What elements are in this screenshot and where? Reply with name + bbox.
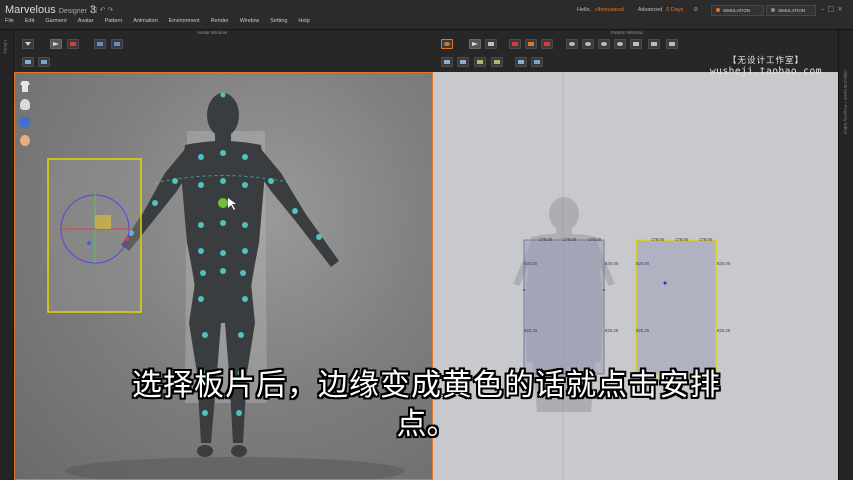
menu-window[interactable]: Window xyxy=(240,18,260,24)
subtitle-line-1: 选择板片后，边缘变成黄色的话就点击安排 xyxy=(132,368,721,403)
front-side-upper-right: 820.00 xyxy=(605,261,619,266)
selected-point[interactable] xyxy=(218,198,228,208)
tack-button[interactable] xyxy=(111,39,123,49)
polygon-button[interactable] xyxy=(509,39,521,49)
front-side-lower-left: 820.25 xyxy=(524,328,538,333)
subtitle-line-2: 点。 xyxy=(396,407,457,442)
sim-status-icon-2 xyxy=(771,8,775,12)
menu-edit[interactable]: Edit xyxy=(25,18,34,24)
user-info: Hello, clhoxusiesd Advanced 0 Days ⚙ xyxy=(577,7,699,13)
curve-point-button[interactable] xyxy=(457,57,469,67)
menu-animation[interactable]: Animation xyxy=(133,18,157,24)
internal-line-button[interactable] xyxy=(474,57,486,67)
menu-pattern[interactable]: Pattern xyxy=(105,18,123,24)
graphic-button[interactable] xyxy=(648,39,660,49)
avatar-window-title: Avatar Window xyxy=(197,30,228,35)
front-side-upper-left: 820.00 xyxy=(524,261,538,266)
edit-pattern-button[interactable] xyxy=(485,39,497,49)
show-garment-button[interactable] xyxy=(38,57,50,67)
zoom-fit-button[interactable] xyxy=(666,39,678,49)
segment-sewing-button[interactable] xyxy=(566,39,578,49)
sim-status-icon xyxy=(716,8,720,12)
tack-on-pattern-button[interactable] xyxy=(598,39,610,49)
menu-render[interactable]: Render xyxy=(211,18,229,24)
avatar-window-toolbar xyxy=(14,30,433,72)
menu-avatar[interactable]: Avatar xyxy=(78,18,94,24)
select-move-button[interactable] xyxy=(50,39,62,49)
simulation-button[interactable]: SIMULATION xyxy=(711,5,764,16)
menu-setting[interactable]: Setting xyxy=(270,18,287,24)
pattern-settings-button[interactable] xyxy=(441,39,453,49)
add-point-button[interactable] xyxy=(441,57,453,67)
days-left: 0 Days xyxy=(666,7,684,13)
back-top-label-3: 179.00 xyxy=(699,237,713,242)
pattern-center-point xyxy=(663,281,667,285)
texture-button[interactable] xyxy=(630,39,642,49)
display-mode-button[interactable] xyxy=(22,39,34,49)
rectangle-button[interactable] xyxy=(525,39,537,49)
front-top-label-2: 179.00 xyxy=(563,237,577,242)
back-side-upper-right: 820.00 xyxy=(717,261,731,266)
menu-bar: File Edit Garment Avatar Pattern Animati… xyxy=(5,18,321,24)
menu-help[interactable]: Help xyxy=(298,18,309,24)
floor-shadow xyxy=(65,457,405,479)
pin-button[interactable] xyxy=(614,39,626,49)
front-top-label-1: 179.00 xyxy=(539,237,553,242)
menu-garment[interactable]: Garment xyxy=(45,18,66,24)
back-top-label-2: 179.00 xyxy=(675,237,689,242)
back-side-lower-left: 820.25 xyxy=(636,328,650,333)
back-side-lower-right: 820.25 xyxy=(717,328,731,333)
video-subtitle: 选择板片后，边缘变成黄色的话就点击安排 点。 xyxy=(0,366,853,444)
front-side-lower-right: 820.25 xyxy=(605,328,619,333)
quick-access-icons[interactable]: □↶↷ xyxy=(91,6,115,14)
transform-pattern-button[interactable] xyxy=(469,39,481,49)
app-logo: Marvelous Designer 3 xyxy=(5,4,97,16)
front-top-label-3: 179.00 xyxy=(588,237,602,242)
internal-rect-button[interactable] xyxy=(491,57,503,67)
window-controls[interactable]: –□× xyxy=(821,5,846,13)
title-bar: Marvelous Designer 3 □↶↷ File Edit Garme… xyxy=(0,0,853,30)
menu-environment[interactable]: Environment xyxy=(169,18,200,24)
trace-button[interactable] xyxy=(515,57,527,67)
fold-arrange-button[interactable] xyxy=(94,39,106,49)
show-pattern-button[interactable] xyxy=(531,57,543,67)
select-mesh-button[interactable] xyxy=(67,39,79,49)
back-top-label-1: 179.00 xyxy=(651,237,665,242)
pattern-window-title: Pattern Window xyxy=(611,30,643,35)
circle-button[interactable] xyxy=(541,39,553,49)
settings-icon[interactable]: ⚙ xyxy=(693,7,698,13)
show-avatar-button[interactable] xyxy=(22,57,34,67)
back-side-upper-left: 820.00 xyxy=(636,261,650,266)
simulation-button-2[interactable]: SIMULATION xyxy=(766,5,816,16)
menu-file[interactable]: File xyxy=(5,18,14,24)
free-sewing-button[interactable] xyxy=(582,39,594,49)
watermark: 【无设计工作室】 wusheji.taobao.com xyxy=(710,56,822,77)
username[interactable]: clhoxusiesd xyxy=(595,7,624,13)
